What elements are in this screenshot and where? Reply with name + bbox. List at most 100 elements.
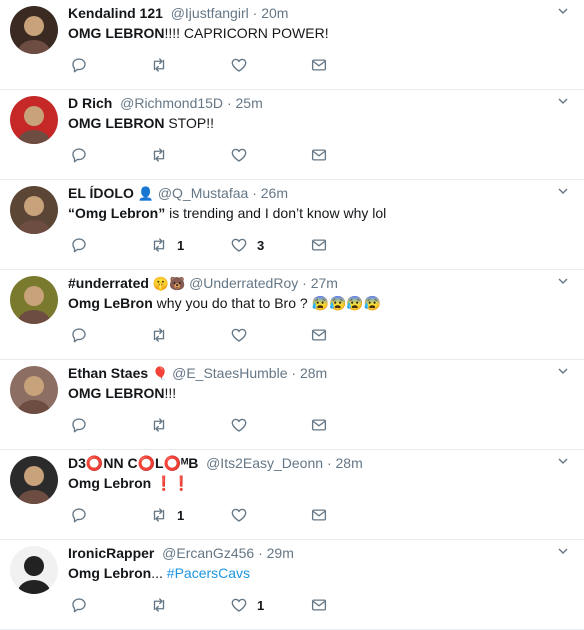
avatar[interactable]: [10, 96, 58, 144]
retweet-button[interactable]: [150, 594, 177, 616]
avatar[interactable]: [10, 6, 58, 54]
tweet[interactable]: Kendalind 121 @Ijustfangirl · 20m OMG LE…: [0, 0, 584, 90]
retweet-icon: [153, 508, 165, 522]
tweet-actions: [70, 324, 340, 346]
retweet-icon: [153, 418, 165, 432]
timestamp[interactable]: 27m: [311, 275, 338, 291]
retweet-count: 1: [177, 507, 185, 523]
user-handle[interactable]: @Ijustfangirl: [171, 5, 249, 21]
chevron-down-icon[interactable]: [558, 366, 568, 376]
user-handle[interactable]: @Richmond15D: [120, 95, 223, 111]
direct-message-button[interactable]: [310, 414, 328, 436]
avatar[interactable]: [10, 186, 58, 234]
retweet-icon: [153, 148, 165, 162]
user-handle[interactable]: @ErcanGz456: [162, 545, 254, 561]
chevron-down-icon[interactable]: [558, 546, 568, 556]
tweet[interactable]: EL ÍDOLO 👤 @Q_Mustafaa · 26m “Omg Lebron…: [0, 180, 584, 270]
display-name[interactable]: Kendalind 121: [68, 5, 163, 21]
chevron-down-icon[interactable]: [558, 186, 568, 196]
separator-dot: ·: [258, 545, 263, 561]
timeline: Kendalind 121 @Ijustfangirl · 20m OMG LE…: [0, 0, 584, 630]
reply-icon: [72, 508, 86, 523]
tweet[interactable]: D Rich @Richmond15D · 25m OMG LEBRON STO…: [0, 90, 584, 180]
chevron-down-icon[interactable]: [558, 456, 568, 466]
tweet-text: Omg Lebron... #PacersCavs: [68, 564, 250, 582]
timestamp[interactable]: 28m: [300, 365, 327, 381]
tweet[interactable]: Ethan Staes 🎈 @E_StaesHumble · 28m OMG L…: [0, 360, 584, 450]
reply-button[interactable]: [70, 234, 88, 256]
timestamp[interactable]: 29m: [267, 545, 294, 561]
direct-message-button[interactable]: [310, 144, 328, 166]
avatar[interactable]: [10, 546, 58, 594]
tweet-text-rest: ❗❗: [151, 475, 190, 491]
tweet-header: D Rich @Richmond15D · 25m: [68, 94, 263, 112]
chevron-down-icon[interactable]: [558, 6, 568, 16]
chevron-down-icon[interactable]: [558, 276, 568, 286]
tweet-text-rest: is trending and I don’t know why lol: [165, 205, 387, 221]
user-handle[interactable]: @E_StaesHumble: [172, 365, 287, 381]
tweet[interactable]: D3⭕NN C⭕L⭕ᴹB @Its2Easy_Deonn · 28m Omg L…: [0, 450, 584, 540]
reply-button[interactable]: [70, 504, 88, 526]
reply-button[interactable]: [70, 594, 88, 616]
direct-message-button[interactable]: [310, 234, 328, 256]
tweet-text-bold: OMG LEBRON: [68, 385, 165, 401]
like-button[interactable]: [230, 414, 257, 436]
avatar[interactable]: [10, 366, 58, 414]
retweet-button[interactable]: [150, 324, 177, 346]
tweet[interactable]: IronicRapper @ErcanGz456 · 29m Omg Lebro…: [0, 540, 584, 630]
timestamp[interactable]: 20m: [261, 5, 288, 21]
retweet-button[interactable]: 1: [150, 504, 184, 526]
avatar-image: [10, 366, 58, 414]
direct-message-button[interactable]: [310, 504, 328, 526]
like-button[interactable]: [230, 54, 257, 76]
hashtag-link[interactable]: #PacersCavs: [167, 565, 250, 581]
display-name[interactable]: D3⭕NN C⭕L⭕ᴹB: [68, 455, 198, 471]
avatar[interactable]: [10, 456, 58, 504]
heart-icon: [231, 598, 247, 612]
envelope-icon: [311, 419, 327, 431]
avatar[interactable]: [10, 276, 58, 324]
tweet-text-bold: OMG LEBRON: [68, 115, 165, 131]
reply-icon: [72, 598, 86, 613]
display-name[interactable]: D Rich: [68, 95, 112, 111]
user-handle[interactable]: @Its2Easy_Deonn: [206, 455, 323, 471]
reply-button[interactable]: [70, 414, 88, 436]
direct-message-button[interactable]: [310, 324, 328, 346]
timestamp[interactable]: 28m: [336, 455, 363, 471]
reply-button[interactable]: [70, 144, 88, 166]
retweet-button[interactable]: [150, 414, 177, 436]
tweet-text-bold: Omg Lebron: [68, 475, 152, 491]
like-button[interactable]: [230, 324, 257, 346]
like-count: 1: [257, 597, 265, 613]
tweet-text: OMG LEBRON!!!: [68, 384, 176, 402]
envelope-icon: [311, 329, 327, 341]
display-name[interactable]: Ethan Staes: [68, 365, 148, 381]
like-count: 3: [257, 237, 265, 253]
tweet-text: Omg Lebron ❗❗: [68, 474, 190, 492]
display-name[interactable]: #underrated: [68, 275, 149, 291]
user-handle[interactable]: @Q_Mustafaa: [158, 185, 248, 201]
tweet[interactable]: #underrated 🤫🐻 @UnderratedRoy · 27m Omg …: [0, 270, 584, 360]
direct-message-button[interactable]: [310, 54, 328, 76]
chevron-down-icon[interactable]: [558, 96, 568, 106]
like-button[interactable]: [230, 504, 257, 526]
tweet-text: OMG LEBRON!!!! CAPRICORN POWER!: [68, 24, 329, 42]
display-name[interactable]: EL ÍDOLO: [68, 185, 134, 201]
like-button[interactable]: 1: [230, 594, 264, 616]
retweet-button[interactable]: 1: [150, 234, 184, 256]
timestamp[interactable]: 25m: [236, 95, 263, 111]
like-button[interactable]: 3: [230, 234, 264, 256]
display-name[interactable]: IronicRapper: [68, 545, 154, 561]
direct-message-button[interactable]: [310, 594, 328, 616]
timestamp[interactable]: 26m: [261, 185, 288, 201]
tweet-header: EL ÍDOLO 👤 @Q_Mustafaa · 26m: [68, 184, 288, 203]
user-handle[interactable]: @UnderratedRoy: [189, 275, 298, 291]
tweet-text: Omg LeBron why you do that to Bro ? 😰😰😰😰: [68, 294, 381, 312]
retweet-icon: [153, 58, 165, 72]
reply-button[interactable]: [70, 324, 88, 346]
like-button[interactable]: [230, 144, 257, 166]
retweet-button[interactable]: [150, 144, 177, 166]
reply-button[interactable]: [70, 54, 88, 76]
avatar-image: [10, 276, 58, 324]
retweet-button[interactable]: [150, 54, 177, 76]
